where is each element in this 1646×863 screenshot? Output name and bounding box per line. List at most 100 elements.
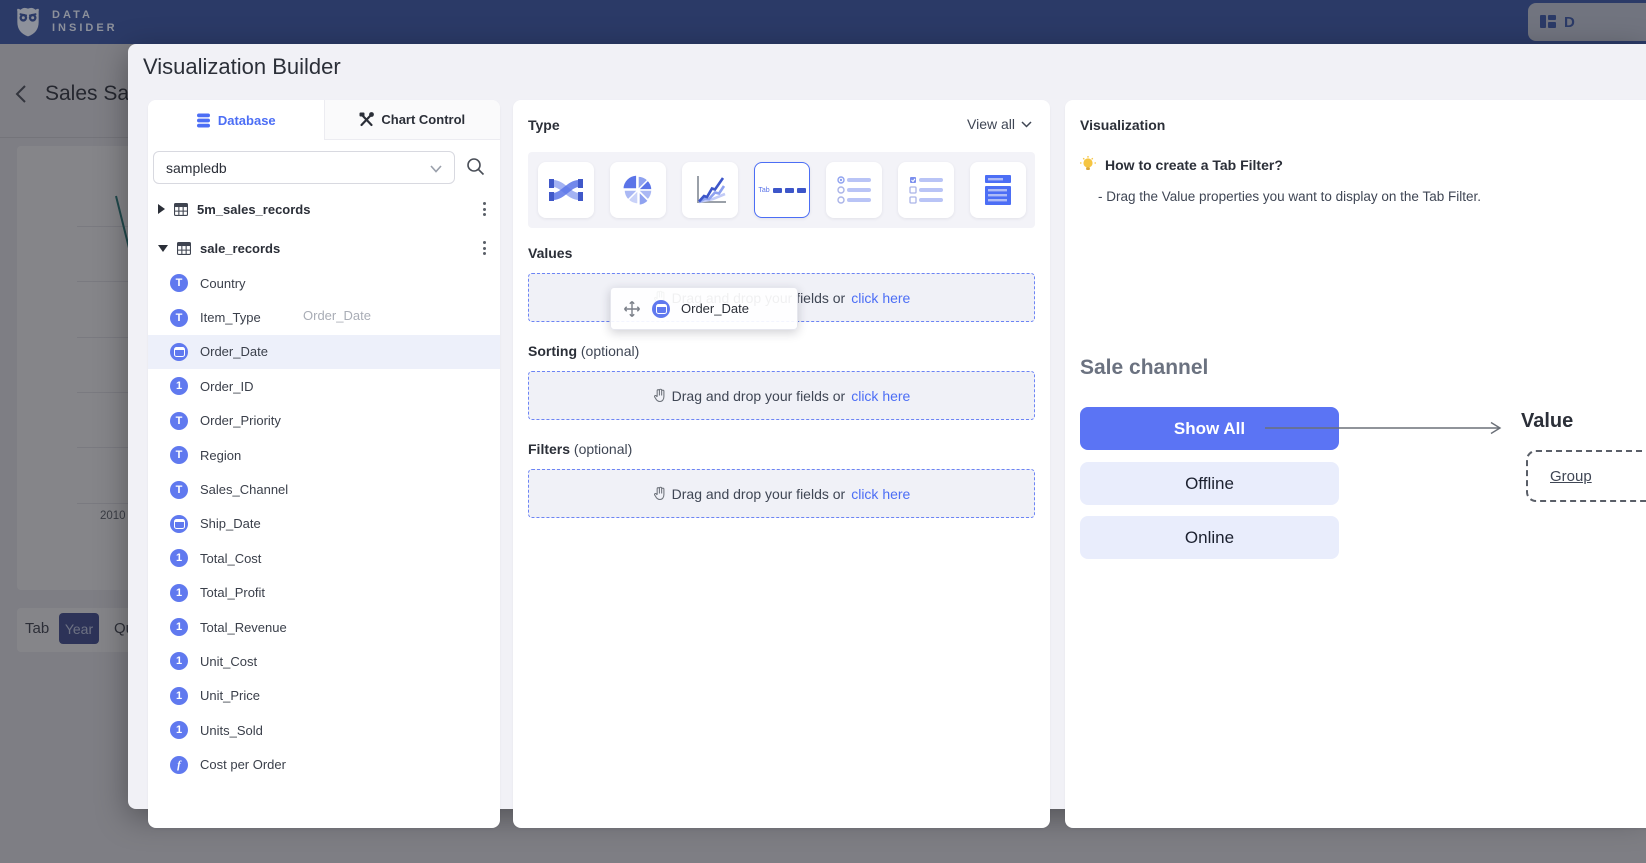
table-icon bbox=[177, 242, 191, 255]
dropzone-click-here-link[interactable]: click here bbox=[851, 290, 910, 306]
move-icon bbox=[623, 300, 641, 318]
caret-right-icon[interactable] bbox=[158, 204, 165, 214]
dropzone-click-here-link[interactable]: click here bbox=[851, 486, 910, 502]
field-row[interactable]: Units_Sold bbox=[148, 713, 500, 747]
text-field-icon bbox=[170, 481, 188, 499]
field-label: Item_Type bbox=[200, 310, 261, 325]
field-row[interactable]: Total_Revenue bbox=[148, 610, 500, 644]
sankey-chart-icon bbox=[549, 175, 583, 205]
kebab-menu-icon[interactable] bbox=[483, 241, 486, 255]
chart-type-radio-list[interactable] bbox=[826, 162, 882, 218]
table-name: sale_records bbox=[200, 241, 280, 256]
field-row[interactable]: Order_ID bbox=[148, 369, 500, 403]
text-field-icon bbox=[170, 274, 188, 292]
visualization-header: Visualization bbox=[1080, 117, 1165, 133]
number-field-icon bbox=[170, 549, 188, 567]
field-label: Unit_Cost bbox=[200, 654, 257, 669]
field-row[interactable]: Unit_Cost bbox=[148, 644, 500, 678]
view-all-dropdown[interactable]: View all bbox=[967, 116, 1032, 132]
caret-down-icon[interactable] bbox=[158, 245, 168, 252]
tab-option-offline[interactable]: Offline bbox=[1080, 462, 1339, 505]
tab-database[interactable]: Database bbox=[148, 100, 324, 140]
date-field-icon bbox=[652, 300, 670, 318]
line-chart-icon bbox=[693, 174, 727, 206]
owl-logo-icon bbox=[14, 6, 42, 38]
left-panel-tabs: Database Chart Control bbox=[148, 100, 500, 140]
text-field-icon bbox=[170, 412, 188, 430]
left-panel: Database Chart Control sampledb bbox=[148, 100, 500, 828]
tip-title: How to create a Tab Filter? bbox=[1105, 157, 1283, 173]
tools-icon bbox=[359, 112, 374, 127]
field-row[interactable]: Region bbox=[148, 438, 500, 472]
brand-line-1: DATA bbox=[52, 9, 118, 22]
table-icon bbox=[174, 203, 188, 216]
number-field-icon bbox=[170, 721, 188, 739]
chart-type-line[interactable] bbox=[682, 162, 738, 218]
tab-option-online[interactable]: Online bbox=[1080, 516, 1339, 559]
annotation-group-label: Group bbox=[1550, 468, 1592, 485]
pie-chart-icon bbox=[622, 174, 654, 206]
database-icon bbox=[196, 113, 211, 128]
chart-type-dropdown[interactable] bbox=[970, 162, 1026, 218]
table-row-5m-sales-records[interactable]: 5m_sales_records bbox=[148, 192, 500, 226]
chart-type-strip: Tab bbox=[528, 152, 1035, 228]
dragging-field-chip[interactable]: Order_Date bbox=[610, 287, 798, 330]
drag-ghost-label: Order_Date bbox=[303, 308, 371, 323]
field-list: Country Item_Type Order_Date Order_ID Or… bbox=[148, 266, 500, 782]
field-row[interactable]: Unit_Price bbox=[148, 679, 500, 713]
field-row[interactable]: Total_Cost bbox=[148, 541, 500, 575]
number-field-icon bbox=[170, 584, 188, 602]
field-label: Total_Profit bbox=[200, 585, 265, 600]
dashboard-grid-icon bbox=[1540, 15, 1556, 29]
chevron-down-icon bbox=[430, 165, 442, 173]
chevron-down-icon bbox=[1021, 121, 1032, 128]
search-icon[interactable] bbox=[466, 157, 485, 176]
annotation-arrow bbox=[1265, 418, 1510, 438]
tip-title-row: How to create a Tab Filter? bbox=[1080, 156, 1283, 173]
filters-dropzone[interactable]: Drag and drop your fields or click here bbox=[528, 469, 1035, 518]
field-row[interactable]: Country bbox=[148, 266, 500, 300]
annotation-group-box[interactable]: Group bbox=[1526, 450, 1646, 502]
field-label: Region bbox=[200, 448, 241, 463]
field-label: Ship_Date bbox=[200, 516, 261, 531]
field-label: Order_Priority bbox=[200, 413, 281, 428]
field-row-selected[interactable]: Order_Date bbox=[148, 335, 500, 369]
field-label: Order_Date bbox=[200, 344, 268, 359]
sorting-section-label: Sorting (optional) bbox=[528, 343, 639, 359]
dropzone-text: Drag and drop your fields or bbox=[672, 486, 846, 502]
date-field-icon bbox=[170, 343, 188, 361]
values-section-label: Values bbox=[528, 245, 572, 261]
field-label: Total_Cost bbox=[200, 551, 261, 566]
dropzone-click-here-link[interactable]: click here bbox=[851, 388, 910, 404]
field-row[interactable]: Order_Priority bbox=[148, 404, 500, 438]
kebab-menu-icon[interactable] bbox=[483, 202, 486, 216]
field-label: Sales_Channel bbox=[200, 482, 288, 497]
app: DATA INSIDER D Sales Sa 30.50 30.25 30.0… bbox=[0, 0, 1646, 863]
right-panel: Visualization How to create a Tab Filter… bbox=[1065, 100, 1646, 828]
dashboard-button[interactable]: D bbox=[1528, 3, 1646, 41]
field-row[interactable]: Total_Profit bbox=[148, 576, 500, 610]
field-row[interactable]: Ship_Date bbox=[148, 507, 500, 541]
date-field-icon bbox=[170, 515, 188, 533]
sorting-dropzone[interactable]: Drag and drop your fields or click here bbox=[528, 371, 1035, 420]
visualization-builder-modal: Visualization Builder Database bbox=[128, 44, 1646, 809]
tab-chart-control[interactable]: Chart Control bbox=[324, 100, 501, 140]
chart-type-pie[interactable] bbox=[610, 162, 666, 218]
chart-type-sankey[interactable] bbox=[538, 162, 594, 218]
dashboard-button-label: D bbox=[1564, 14, 1575, 31]
number-field-icon bbox=[170, 377, 188, 395]
chart-type-checkbox-list[interactable] bbox=[898, 162, 954, 218]
field-row[interactable]: Sales_Channel bbox=[148, 472, 500, 506]
table-row-sale-records[interactable]: sale_records bbox=[148, 231, 500, 265]
field-row[interactable]: Cost per Order bbox=[148, 747, 500, 781]
number-field-icon bbox=[170, 618, 188, 636]
modal-title: Visualization Builder bbox=[143, 54, 341, 80]
chart-type-tab-filter-selected[interactable]: Tab bbox=[754, 162, 810, 218]
filters-section-label: Filters (optional) bbox=[528, 441, 632, 457]
brand-logo[interactable]: DATA INSIDER bbox=[14, 6, 118, 38]
lightbulb-icon bbox=[1080, 156, 1096, 173]
text-field-icon bbox=[170, 446, 188, 464]
type-section-label: Type bbox=[528, 117, 560, 133]
number-field-icon bbox=[170, 687, 188, 705]
database-select[interactable]: sampledb bbox=[153, 151, 455, 184]
